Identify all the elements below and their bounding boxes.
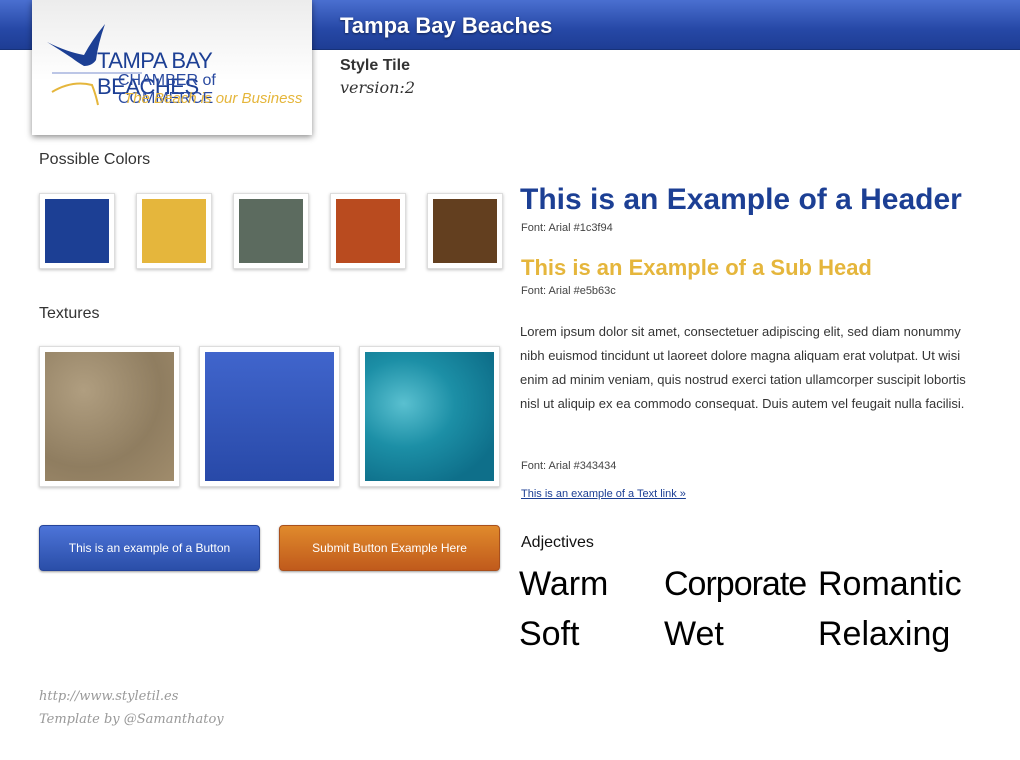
color-swatch bbox=[427, 193, 503, 269]
water-texture bbox=[365, 352, 494, 481]
adjectives-label: Adjectives bbox=[521, 534, 594, 551]
color-swatch bbox=[136, 193, 212, 269]
site-title: Tampa Bay Beaches bbox=[340, 13, 553, 38]
color-swatch bbox=[39, 193, 115, 269]
texture-blue bbox=[199, 346, 340, 487]
header-font-note: Font: Arial #1c3f94 bbox=[521, 222, 613, 234]
style-tile-label: Style Tile bbox=[340, 57, 410, 74]
swatch-fill bbox=[239, 199, 303, 263]
textures-label: Textures bbox=[39, 305, 100, 322]
example-button[interactable]: This is an example of a Button bbox=[39, 525, 260, 571]
texture-water bbox=[359, 346, 500, 487]
body-font-note: Font: Arial #343434 bbox=[521, 460, 617, 472]
version-label: version:2 bbox=[340, 78, 415, 97]
blue-texture bbox=[205, 352, 334, 481]
adjective: Relaxing bbox=[818, 615, 951, 653]
color-swatch bbox=[233, 193, 309, 269]
adjective: Warm bbox=[519, 565, 609, 603]
swatch-fill bbox=[45, 199, 109, 263]
adjective: Corporate bbox=[664, 565, 807, 603]
logo: TAMPA BAY BEACHES CHAMBER of COMMERCE Th… bbox=[32, 0, 312, 135]
colors-label: Possible Colors bbox=[39, 151, 151, 168]
example-header: This is an Example of a Header bbox=[520, 183, 962, 216]
swatch-fill bbox=[336, 199, 400, 263]
example-subhead: This is an Example of a Sub Head bbox=[521, 255, 872, 280]
color-swatch bbox=[330, 193, 406, 269]
text-link[interactable]: This is an example of a Text link » bbox=[521, 488, 686, 500]
swatch-fill bbox=[433, 199, 497, 263]
submit-button[interactable]: Submit Button Example Here bbox=[279, 525, 500, 571]
adjective: Wet bbox=[664, 615, 724, 653]
logo-tagline: The Beach is our Business bbox=[124, 90, 303, 107]
adjective: Romantic bbox=[818, 565, 962, 603]
body-text: Lorem ipsum dolor sit amet, consectetuer… bbox=[520, 324, 966, 411]
footer-credit: Template by @Samanthatoy bbox=[39, 712, 224, 727]
texture-sand bbox=[39, 346, 180, 487]
swatch-fill bbox=[142, 199, 206, 263]
footer-url[interactable]: http://www.styletil.es bbox=[39, 689, 178, 704]
sand-texture bbox=[45, 352, 174, 481]
adjective: Soft bbox=[519, 615, 580, 653]
subhead-font-note: Font: Arial #e5b63c bbox=[521, 285, 616, 297]
